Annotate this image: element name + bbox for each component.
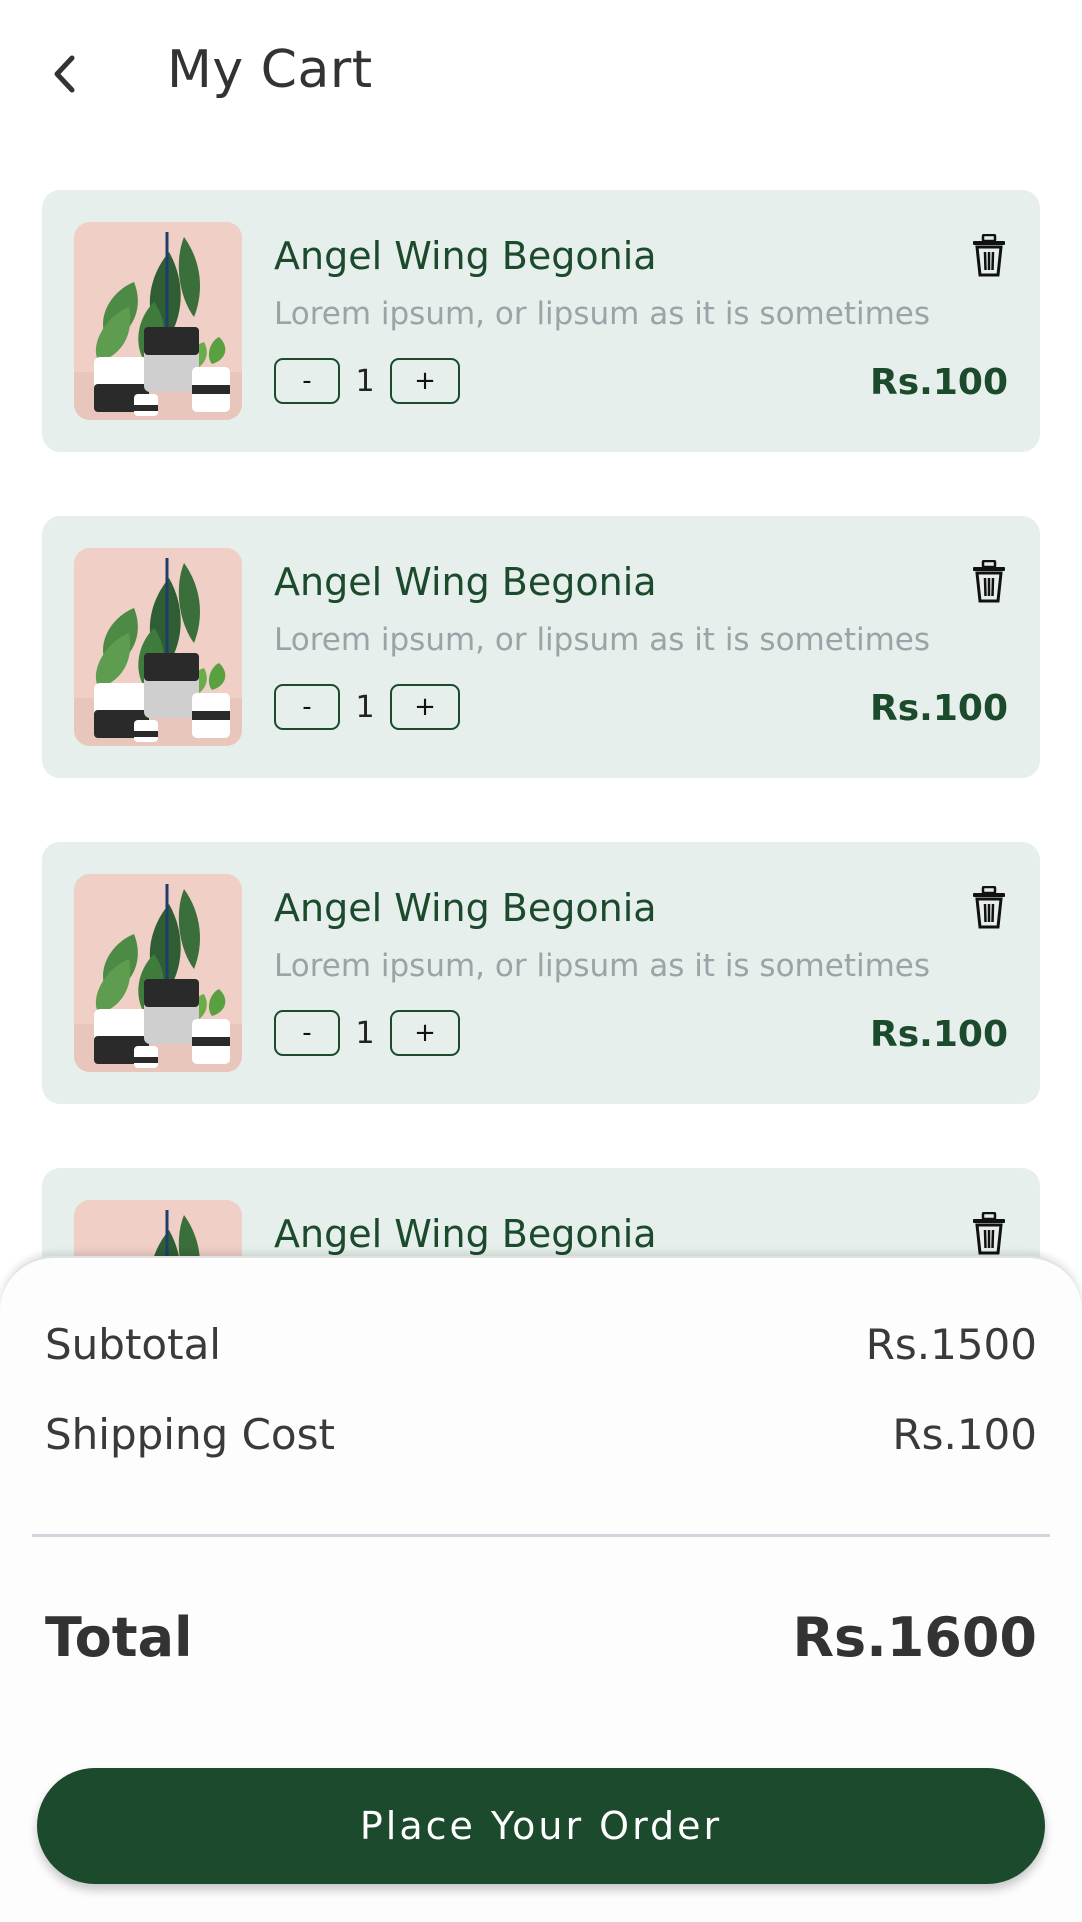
summary-divider [32,1534,1050,1537]
subtotal-label: Subtotal [45,1320,221,1369]
delete-item-button[interactable] [970,1211,1008,1256]
quantity-value: 1 [355,689,375,725]
item-description: Lorem ipsum, or lipsum as it is sometime… [274,948,931,984]
shipping-label: Shipping Cost [45,1410,335,1459]
trash-icon [971,1211,1007,1255]
item-name[interactable]: Angel Wing Begonia [274,234,657,278]
quantity-stepper: - 1 + [274,684,460,730]
delete-item-button[interactable] [970,559,1008,604]
cart-item: Angel Wing Begonia Lorem ipsum, or lipsu… [42,190,1040,452]
quantity-stepper: - 1 + [274,358,460,404]
item-name[interactable]: Angel Wing Begonia [274,560,657,604]
trash-icon [971,559,1007,603]
order-summary-sheet: Subtotal Rs.1500 Shipping Cost Rs.100 To… [0,1256,1082,1922]
decrease-quantity-button[interactable]: - [274,1010,340,1056]
product-image[interactable] [74,222,242,420]
decrease-quantity-button[interactable]: - [274,684,340,730]
product-image[interactable] [74,874,242,1072]
increase-quantity-button[interactable]: + [390,684,460,730]
subtotal-row: Subtotal Rs.1500 [45,1320,1037,1369]
item-price: Rs.100 [870,688,1008,729]
increase-quantity-button[interactable]: + [390,358,460,404]
place-order-button[interactable]: Place Your Order [37,1768,1045,1884]
item-name[interactable]: Angel Wing Begonia [274,886,657,930]
subtotal-value: Rs.1500 [865,1320,1037,1369]
quantity-stepper: - 1 + [274,1010,460,1056]
increase-quantity-button[interactable]: + [390,1010,460,1056]
quantity-value: 1 [355,363,375,399]
trash-icon [971,233,1007,277]
total-label: Total [45,1606,193,1669]
product-image[interactable] [74,548,242,746]
item-description: Lorem ipsum, or lipsum as it is sometime… [274,296,931,332]
shipping-value: Rs.100 [892,1410,1037,1459]
item-name[interactable]: Angel Wing Begonia [274,1212,657,1256]
shipping-row: Shipping Cost Rs.100 [45,1410,1037,1459]
cart-item: Angel Wing Begonia Lorem ipsum, or lipsu… [42,516,1040,778]
total-value: Rs.1600 [792,1606,1037,1669]
decrease-quantity-button[interactable]: - [274,358,340,404]
total-row: Total Rs.1600 [45,1606,1037,1669]
item-price: Rs.100 [870,1014,1008,1055]
cart-item: Angel Wing Begonia Lorem ipsum, or lipsu… [42,842,1040,1104]
quantity-value: 1 [355,1015,375,1051]
item-description: Lorem ipsum, or lipsum as it is sometime… [274,622,931,658]
delete-item-button[interactable] [970,885,1008,930]
delete-item-button[interactable] [970,233,1008,278]
item-price: Rs.100 [870,362,1008,403]
trash-icon [971,885,1007,929]
